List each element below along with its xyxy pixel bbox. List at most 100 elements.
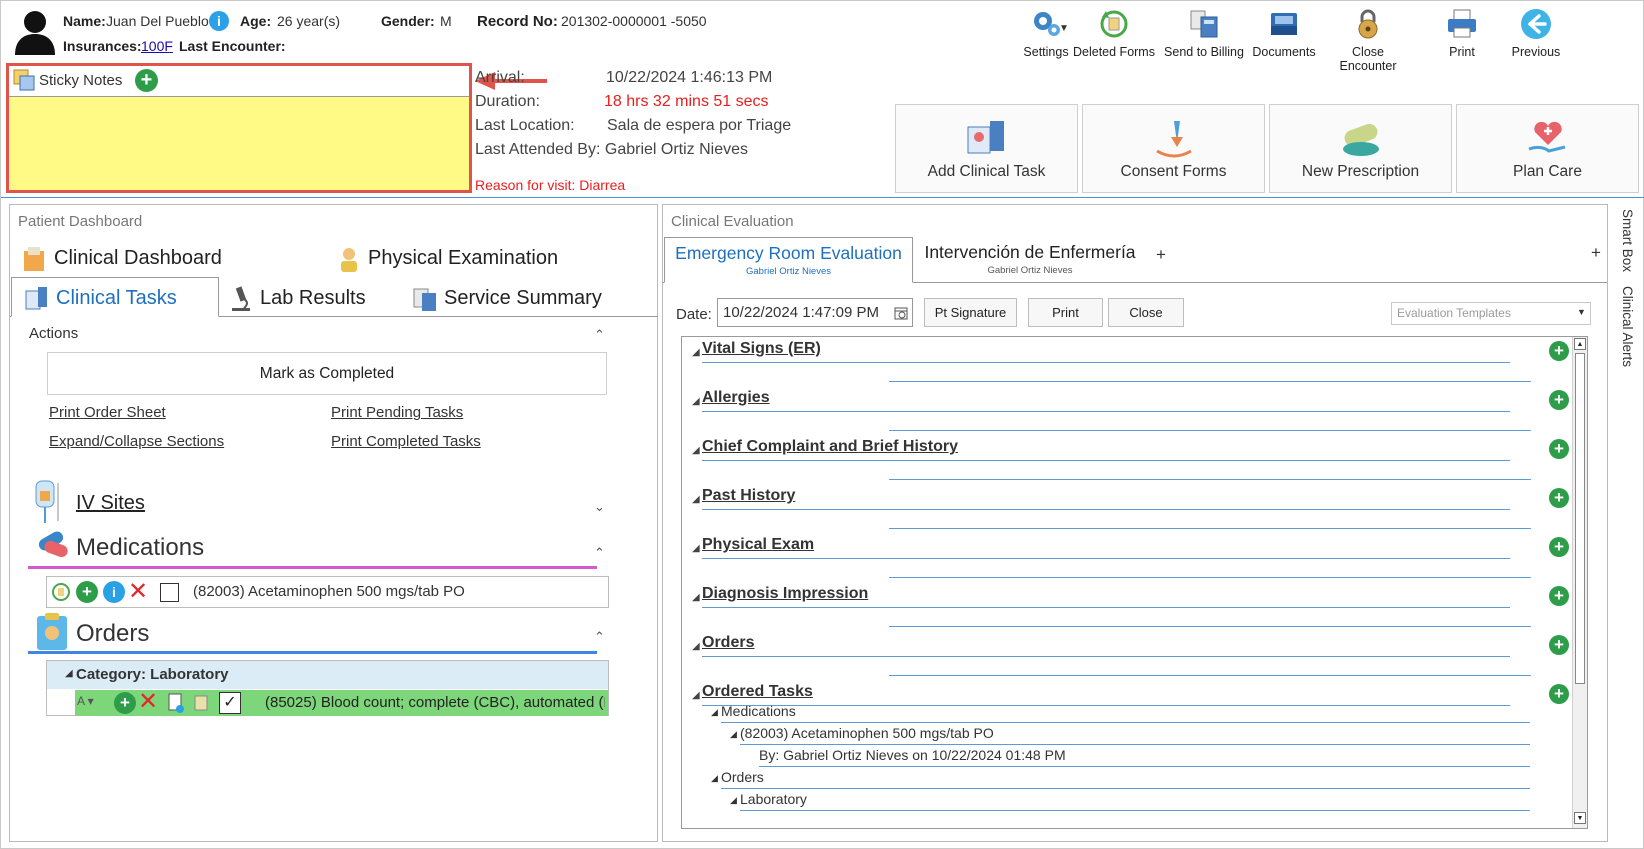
medication-checkbox[interactable] (160, 583, 179, 602)
collapse-triangle-icon[interactable]: ◢ (711, 773, 718, 784)
collapse-triangle-icon[interactable]: ◢ (730, 729, 737, 740)
chevron-down-icon[interactable]: ⌄ (594, 499, 605, 515)
collapse-triangle-icon[interactable]: ◢ (692, 592, 700, 603)
close-encounter-button[interactable]: Close Encounter (1323, 5, 1413, 73)
order-checkbox-checked[interactable]: ✓ (219, 692, 241, 714)
section-physical-exam[interactable]: ◢ Physical Exam + (682, 533, 1582, 582)
documents-button[interactable]: Documents (1239, 5, 1329, 61)
arrival-label: Arrival: (475, 69, 525, 86)
add-evaluation-button[interactable]: + (1591, 243, 1601, 263)
add-icon[interactable]: + (114, 692, 136, 714)
consent-forms-button[interactable]: Consent Forms (1082, 104, 1265, 193)
collapse-triangle-icon[interactable]: ◢ (692, 690, 700, 701)
restore-icon[interactable] (51, 582, 71, 602)
patient-dashboard-title: Patient Dashboard (18, 213, 143, 230)
document-add-icon[interactable] (167, 692, 185, 714)
add-icon[interactable]: + (76, 581, 98, 603)
section-vital-signs[interactable]: ◢ Vital Signs (ER) + (682, 337, 1582, 386)
evaluation-templates-select[interactable]: Evaluation Templates ▼ (1391, 302, 1591, 325)
expand-collapse-link[interactable]: Expand/Collapse Sections (49, 433, 224, 450)
info-icon[interactable]: i (209, 11, 229, 31)
order-row[interactable]: A ▾ + ✕ ✓ (85025) Blood count; complete … (75, 687, 608, 716)
eval-print-button[interactable]: Print (1028, 298, 1103, 327)
chevron-up-icon[interactable]: ⌃ (594, 327, 605, 343)
delete-icon[interactable]: ✕ (128, 577, 148, 606)
section-ordered-tasks-label: Ordered Tasks (702, 683, 813, 700)
add-section-entry-button[interactable]: + (1549, 635, 1569, 655)
print-order-sheet-link[interactable]: Print Order Sheet (49, 404, 166, 421)
collapse-triangle-icon[interactable]: ◢ (692, 347, 700, 358)
add-section-entry-button[interactable]: + (1549, 586, 1569, 606)
insurance-link[interactable]: 100F (141, 38, 173, 54)
smart-box-tab[interactable]: Smart Box (1615, 209, 1635, 275)
section-underline (889, 430, 1531, 431)
chevron-down-icon[interactable]: ▼ (1059, 23, 1069, 34)
new-prescription-button[interactable]: New Prescription (1269, 104, 1452, 193)
add-section-entry-button[interactable]: + (1549, 439, 1569, 459)
add-section-entry-button[interactable]: + (1549, 390, 1569, 410)
add-sticky-note-button[interactable]: + (135, 69, 158, 92)
tab-intervencion-enfermeria[interactable]: Intervención de Enfermería Gabriel Ortiz… (915, 237, 1145, 281)
add-section-entry-button[interactable]: + (1549, 537, 1569, 557)
section-past-history[interactable]: ◢ Past History + (682, 484, 1582, 533)
previous-button[interactable]: Previous (1491, 5, 1581, 61)
mark-as-completed-button[interactable]: Mark as Completed (47, 352, 607, 395)
tree-underline (740, 744, 1530, 745)
order-item-label: (85025) Blood count; complete (CBC), aut… (265, 694, 605, 711)
collapse-triangle-icon[interactable]: ◢ (692, 445, 700, 456)
inbox-icon (1271, 13, 1297, 35)
orders-divider (28, 651, 597, 654)
expand-triangle-icon[interactable]: ◢ (65, 668, 73, 679)
add-section-entry-button[interactable]: + (1549, 341, 1569, 361)
chevron-up-icon[interactable]: ⌃ (594, 629, 605, 645)
eval-close-button[interactable]: Close (1108, 298, 1184, 327)
tab-clinical-tasks-content[interactable]: Clinical Tasks (24, 279, 177, 317)
tab-physical-examination[interactable]: Physical Examination (336, 239, 558, 277)
send-to-billing-button[interactable]: Send to Billing (1159, 5, 1249, 61)
add-section-entry-button[interactable]: + (1549, 488, 1569, 508)
calendar-clock-icon[interactable] (894, 306, 908, 320)
section-chief-complaint[interactable]: ◢ Chief Complaint and Brief History + (682, 435, 1582, 484)
category-row[interactable]: ◢ Category: Laboratory (47, 661, 608, 689)
add-section-entry-button[interactable]: + (1549, 684, 1569, 704)
medication-row[interactable]: + i ✕ (82003) Acetaminophen 500 mgs/tab … (46, 576, 609, 608)
collapse-triangle-icon[interactable]: ◢ (692, 543, 700, 554)
tab-clinical-dashboard[interactable]: Clinical Dashboard (22, 239, 222, 277)
chevron-down-icon[interactable]: ▼ (1577, 307, 1586, 317)
iv-sites-title[interactable]: IV Sites (76, 492, 145, 515)
iv-bag-icon (35, 480, 59, 523)
collapse-triangle-icon[interactable]: ◢ (692, 641, 700, 652)
print-completed-tasks-link[interactable]: Print Completed Tasks (331, 433, 481, 450)
notes-icon[interactable] (193, 694, 209, 712)
pt-signature-button[interactable]: Pt Signature (924, 298, 1017, 327)
sticky-notes-area[interactable] (9, 97, 469, 190)
age-label: Age: (240, 13, 272, 29)
vertical-scrollbar[interactable]: ▲ ▼ (1572, 337, 1587, 828)
deleted-forms-button[interactable]: Deleted Forms (1069, 5, 1159, 61)
section-orders[interactable]: ◢ Orders + (682, 631, 1582, 680)
tab-emergency-room-evaluation[interactable]: Emergency Room Evaluation Gabriel Ortiz … (664, 237, 913, 283)
clinical-evaluation-title: Clinical Evaluation (671, 213, 794, 230)
info-icon[interactable]: i (103, 581, 125, 603)
scrollbar-thumb[interactable] (1575, 353, 1585, 684)
scroll-down-arrow-icon[interactable]: ▼ (1574, 812, 1586, 824)
collapse-triangle-icon[interactable]: ◢ (730, 795, 737, 806)
date-field[interactable]: 10/22/2024 1:47:09 PM (717, 298, 913, 327)
clinical-alerts-tab[interactable]: Clinical Alerts (1615, 286, 1635, 376)
scroll-up-arrow-icon[interactable]: ▲ (1574, 338, 1586, 350)
section-diagnosis-impression[interactable]: ◢ Diagnosis Impression + (682, 582, 1582, 631)
collapse-triangle-icon[interactable]: ◢ (711, 707, 718, 718)
chevron-up-icon[interactable]: ⌃ (594, 545, 605, 561)
add-tab-button[interactable]: + (1156, 245, 1166, 265)
print-pending-tasks-link[interactable]: Print Pending Tasks (331, 404, 463, 421)
tab-service-summary[interactable]: Service Summary (412, 279, 602, 317)
plan-care-button[interactable]: Plan Care (1456, 104, 1639, 193)
section-diagnosis-impression-label: Diagnosis Impression (702, 585, 869, 602)
tab-lab-results[interactable]: Lab Results (228, 279, 366, 317)
delete-icon[interactable]: ✕ (138, 687, 158, 716)
add-clinical-task-button[interactable]: Add Clinical Task (895, 104, 1078, 193)
collapse-triangle-icon[interactable]: ◢ (692, 396, 700, 407)
section-allergies[interactable]: ◢ Allergies + (682, 386, 1582, 435)
format-dropdown-icon[interactable]: A ▾ (77, 694, 94, 708)
collapse-triangle-icon[interactable]: ◢ (692, 494, 700, 505)
